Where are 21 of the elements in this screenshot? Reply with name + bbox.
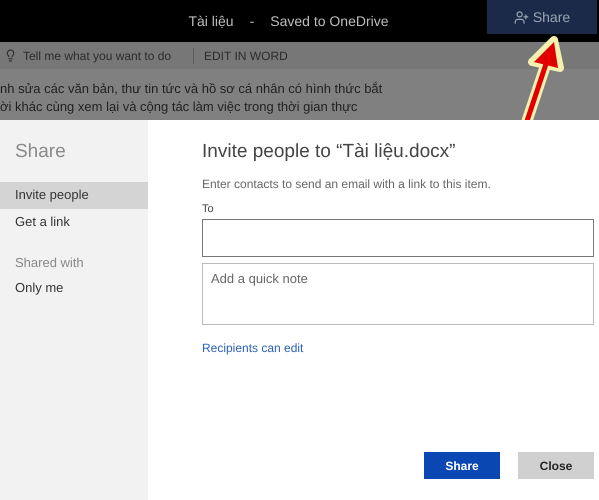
add-person-icon <box>514 10 529 24</box>
sidebar-item[interactable]: Get a link <box>0 208 148 236</box>
close-button[interactable]: Close <box>518 452 594 479</box>
share-button[interactable]: Share <box>487 0 597 34</box>
sidebar-title: Share <box>14 140 67 164</box>
document-text: nh sửa các văn bản, thư tin tức và hồ sơ cá nhân có hình thức bắt <box>0 81 384 96</box>
save-status: Saved to OneDrive <box>270 12 389 30</box>
dialog-description: Enter contacts to send an email with a link to this item. <box>202 176 492 192</box>
sidebar-item[interactable]: Invite people <box>0 182 148 208</box>
title-separator: - <box>250 12 254 30</box>
document-text: ời khác cùng xem lại và cộng tác làm việc trong thời gian thực <box>0 99 358 114</box>
recipients-can-edit-link[interactable]: Recipients can edit <box>202 339 594 357</box>
dialog-heading: Invite people to “Tài liệu.docx” <box>202 140 456 164</box>
share-submit-button[interactable]: Share <box>424 452 500 479</box>
to-label: To <box>202 202 215 216</box>
document-name: Tài liệu <box>188 12 234 30</box>
lightbulb-icon <box>4 49 17 62</box>
shared-with-label: Shared with <box>14 254 85 272</box>
to-field[interactable] <box>202 219 594 257</box>
shared-with-value: Only me <box>14 279 64 297</box>
note-field[interactable]: Add a quick note <box>202 263 594 325</box>
